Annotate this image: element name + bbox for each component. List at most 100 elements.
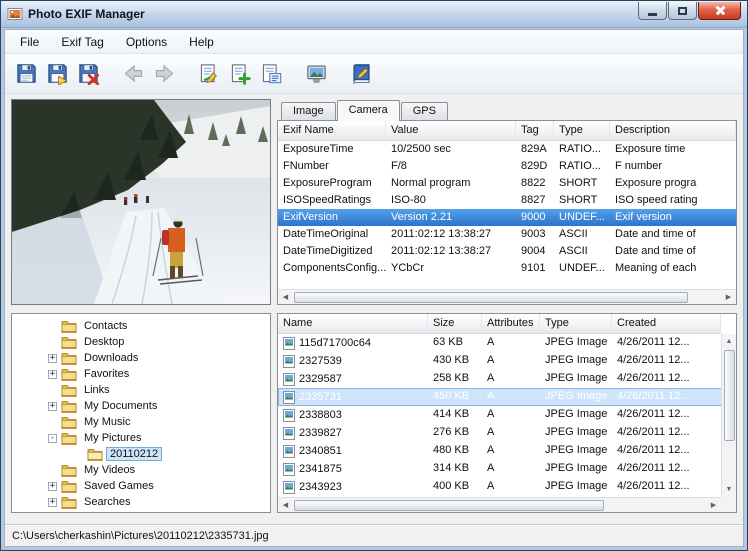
file-row[interactable]: 2335731 450 KB A JPEG Image 4/26/2011 12…: [278, 388, 736, 406]
tree-item[interactable]: - My Pictures: [12, 430, 270, 446]
save-as-icon: [46, 62, 69, 85]
tree-expand-toggle[interactable]: +: [48, 482, 57, 491]
exif-row[interactable]: DateTimeDigitized 2011:02:12 13:38:27 90…: [278, 243, 736, 260]
column-header[interactable]: Tag: [516, 121, 554, 140]
exif-row[interactable]: ExposureTime 10/2500 sec 829A RATIO... E…: [278, 141, 736, 158]
scroll-up-arrow[interactable]: ▲: [722, 334, 737, 349]
menu-item[interactable]: Options: [115, 31, 178, 53]
tree-expand-toggle[interactable]: +: [48, 402, 57, 411]
file-row[interactable]: 2327539 430 KB A JPEG Image 4/26/2011 12…: [278, 352, 736, 370]
tree-item[interactable]: + Saved Games: [12, 478, 270, 494]
file-list-horizontal-scrollbar[interactable]: ◀ ▶: [278, 497, 721, 512]
exif-tab-area: ImageCameraGPS Exif NameValueTagTypeDesc…: [277, 99, 737, 305]
scroll-right-arrow[interactable]: ▶: [721, 290, 736, 305]
file-row[interactable]: 2329587 258 KB A JPEG Image 4/26/2011 12…: [278, 370, 736, 388]
main-area: ImageCameraGPS Exif NameValueTagTypeDesc…: [5, 94, 743, 524]
tab[interactable]: Camera: [337, 100, 400, 121]
undo-arrow-icon: [122, 62, 145, 85]
tree-item[interactable]: My Videos: [12, 462, 270, 478]
folder-icon: [61, 384, 77, 397]
image-file-icon: [283, 373, 295, 386]
save-as-button[interactable]: [42, 58, 73, 89]
scrollbar-thumb[interactable]: [294, 292, 688, 303]
file-list-vertical-scrollbar[interactable]: ▲ ▼: [721, 334, 736, 497]
tree-item[interactable]: Desktop: [12, 334, 270, 350]
file-list: NameSizeAttributesTypeCreated: [277, 313, 737, 513]
scrollbar-thumb[interactable]: [724, 350, 735, 441]
delete-exif-button[interactable]: [73, 58, 104, 89]
column-header[interactable]: Description: [610, 121, 736, 140]
tree-item[interactable]: + My Documents: [12, 398, 270, 414]
close-button[interactable]: [698, 2, 741, 20]
maximize-icon: [678, 7, 687, 15]
scroll-down-arrow[interactable]: ▼: [722, 482, 737, 497]
undo-button[interactable]: [118, 58, 149, 89]
column-header[interactable]: Value: [386, 121, 516, 140]
tree-item[interactable]: + Downloads: [12, 350, 270, 366]
menu-item[interactable]: File: [9, 31, 50, 53]
tree-item[interactable]: Links: [12, 382, 270, 398]
file-row[interactable]: 2340851 480 KB A JPEG Image 4/26/2011 12…: [278, 442, 736, 460]
tree-item[interactable]: My Music: [12, 414, 270, 430]
exif-row[interactable]: ComponentsConfig... YCbCr 9101 UNDEF... …: [278, 260, 736, 277]
column-header[interactable]: Attributes: [482, 314, 540, 333]
tag-list-icon: [260, 62, 283, 85]
scroll-left-arrow[interactable]: ◀: [278, 498, 293, 513]
tree-item[interactable]: 20110212: [12, 446, 270, 462]
tree-item[interactable]: + Favorites: [12, 366, 270, 382]
help-button[interactable]: [346, 58, 377, 89]
exif-horizontal-scrollbar[interactable]: ◀ ▶: [278, 289, 736, 304]
file-row[interactable]: 2341875 314 KB A JPEG Image 4/26/2011 12…: [278, 460, 736, 478]
image-file-icon: [283, 391, 295, 404]
file-row[interactable]: 2343923 400 KB A JPEG Image 4/26/2011 12…: [278, 478, 736, 496]
scrollbar-thumb[interactable]: [294, 500, 604, 511]
file-list-body: 115d71700c64 63 KB A JPEG Image 4/26/201…: [278, 334, 736, 496]
scroll-left-arrow[interactable]: ◀: [278, 290, 293, 305]
menu-item[interactable]: Exif Tag: [50, 31, 114, 53]
folder-icon: [87, 448, 103, 461]
redo-button[interactable]: [149, 58, 180, 89]
exif-row[interactable]: DateTimeOriginal 2011:02:12 13:38:27 900…: [278, 226, 736, 243]
tab[interactable]: GPS: [401, 102, 448, 120]
column-header[interactable]: Type: [540, 314, 612, 333]
titlebar[interactable]: Photo EXIF Manager: [1, 1, 747, 28]
maximize-button[interactable]: [668, 2, 697, 20]
column-header[interactable]: Type: [554, 121, 610, 140]
column-header[interactable]: Created: [612, 314, 721, 333]
file-row[interactable]: 115d71700c64 63 KB A JPEG Image 4/26/201…: [278, 334, 736, 352]
tree-expand-toggle[interactable]: +: [48, 370, 57, 379]
tree-expand-toggle[interactable]: +: [48, 354, 57, 363]
column-header[interactable]: Name: [278, 314, 428, 333]
file-row[interactable]: 2338803 414 KB A JPEG Image 4/26/2011 12…: [278, 406, 736, 424]
folder-icon: [61, 352, 77, 365]
horizontal-splitter[interactable]: [11, 305, 737, 313]
tree-item-label: Downloads: [81, 352, 141, 364]
image-file-icon: [283, 445, 295, 458]
exif-row[interactable]: FNumber F/8 829D RATIO... F number: [278, 158, 736, 175]
exif-row[interactable]: ExposureProgram Normal program 8822 SHOR…: [278, 175, 736, 192]
tree-expand-toggle[interactable]: +: [48, 498, 57, 507]
edit-tag-button[interactable]: [194, 58, 225, 89]
exif-row[interactable]: ExifVersion Version 2.21 9000 UNDEF... E…: [278, 209, 736, 226]
column-header[interactable]: Size: [428, 314, 482, 333]
tree-expand-toggle[interactable]: -: [48, 434, 57, 443]
tab[interactable]: Image: [281, 102, 336, 120]
delete-exif-icon: [77, 62, 100, 85]
tree-item[interactable]: Contacts: [12, 318, 270, 334]
exif-row[interactable]: ISOSpeedRatings ISO-80 8827 SHORT ISO sp…: [278, 192, 736, 209]
folder-tree: Contacts Desktop: [11, 313, 271, 513]
file-row[interactable]: 2339827 276 KB A JPEG Image 4/26/2011 12…: [278, 424, 736, 442]
tree-item-label: Desktop: [81, 336, 127, 348]
exif-table: Exif NameValueTagTypeDescription Exposur…: [277, 120, 737, 305]
column-header[interactable]: Exif Name: [278, 121, 386, 140]
menu-item[interactable]: Help: [178, 31, 225, 53]
preview-button[interactable]: [301, 58, 332, 89]
add-tag-button[interactable]: [225, 58, 256, 89]
tab-strip: ImageCameraGPS: [277, 99, 737, 120]
tag-list-button[interactable]: [256, 58, 287, 89]
minimize-button[interactable]: [638, 2, 667, 20]
window-body: FileExif TagOptionsHelp: [4, 29, 744, 547]
save-exif-button[interactable]: [11, 58, 42, 89]
tree-item[interactable]: + Searches: [12, 494, 270, 510]
scroll-right-arrow[interactable]: ▶: [706, 498, 721, 513]
